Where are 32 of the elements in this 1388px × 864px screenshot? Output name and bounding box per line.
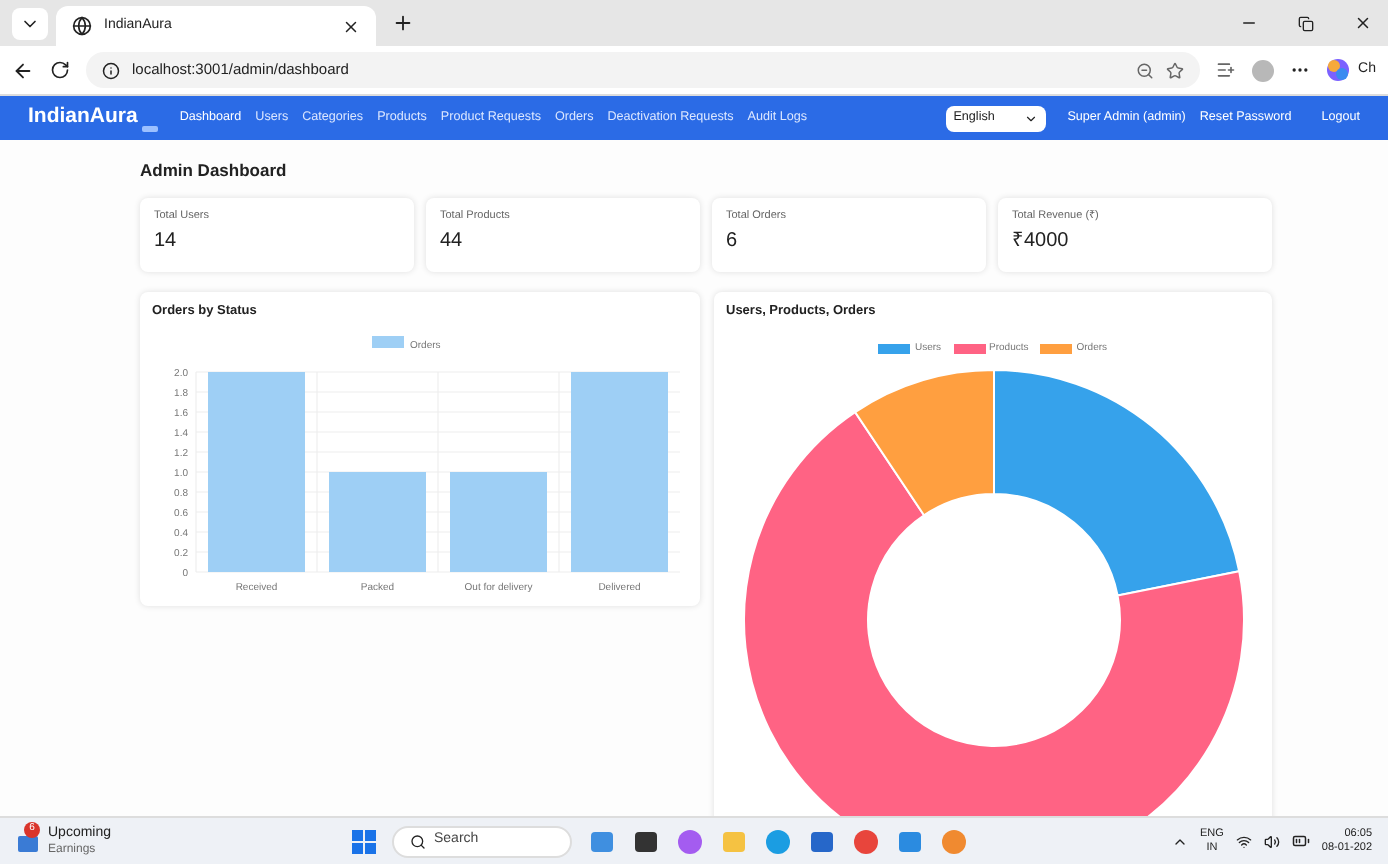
battery-icon[interactable] [1291,832,1310,850]
wifi-icon[interactable] [1235,833,1252,849]
star-icon[interactable] [1166,61,1185,79]
stat-value: ₹4000 [1012,228,1071,256]
logo-icon [141,123,158,134]
volume-icon[interactable] [1263,833,1280,849]
bar [450,471,547,571]
close-icon[interactable] [342,17,360,35]
page-title: Admin Dashboard [140,158,289,184]
new-tab-icon[interactable] [392,12,414,34]
reload-icon[interactable] [50,60,70,80]
bar [329,471,426,571]
stat-value: 6 [726,228,740,256]
globe-icon [72,16,92,36]
brand-logo[interactable]: IndianAura [28,102,138,134]
stat-value: 14 [154,228,179,256]
restore-icon[interactable] [1298,15,1314,31]
search-icon [410,833,426,849]
favorites-icon[interactable] [1216,60,1237,80]
code-editor-icon[interactable] [896,827,924,855]
chevron-down-icon [1023,111,1038,125]
copilot-icon[interactable] [1326,58,1351,82]
browser-icon[interactable] [852,827,880,855]
app-icon[interactable] [632,827,660,855]
windows-icon[interactable] [352,829,376,853]
stat-value: 44 [440,228,465,256]
store-icon[interactable] [808,827,836,855]
close-window-icon[interactable] [1354,14,1372,32]
back-icon[interactable] [12,59,34,81]
browser-icon[interactable] [764,827,792,855]
zoom-icon[interactable] [1136,61,1155,79]
info-icon [102,61,120,79]
